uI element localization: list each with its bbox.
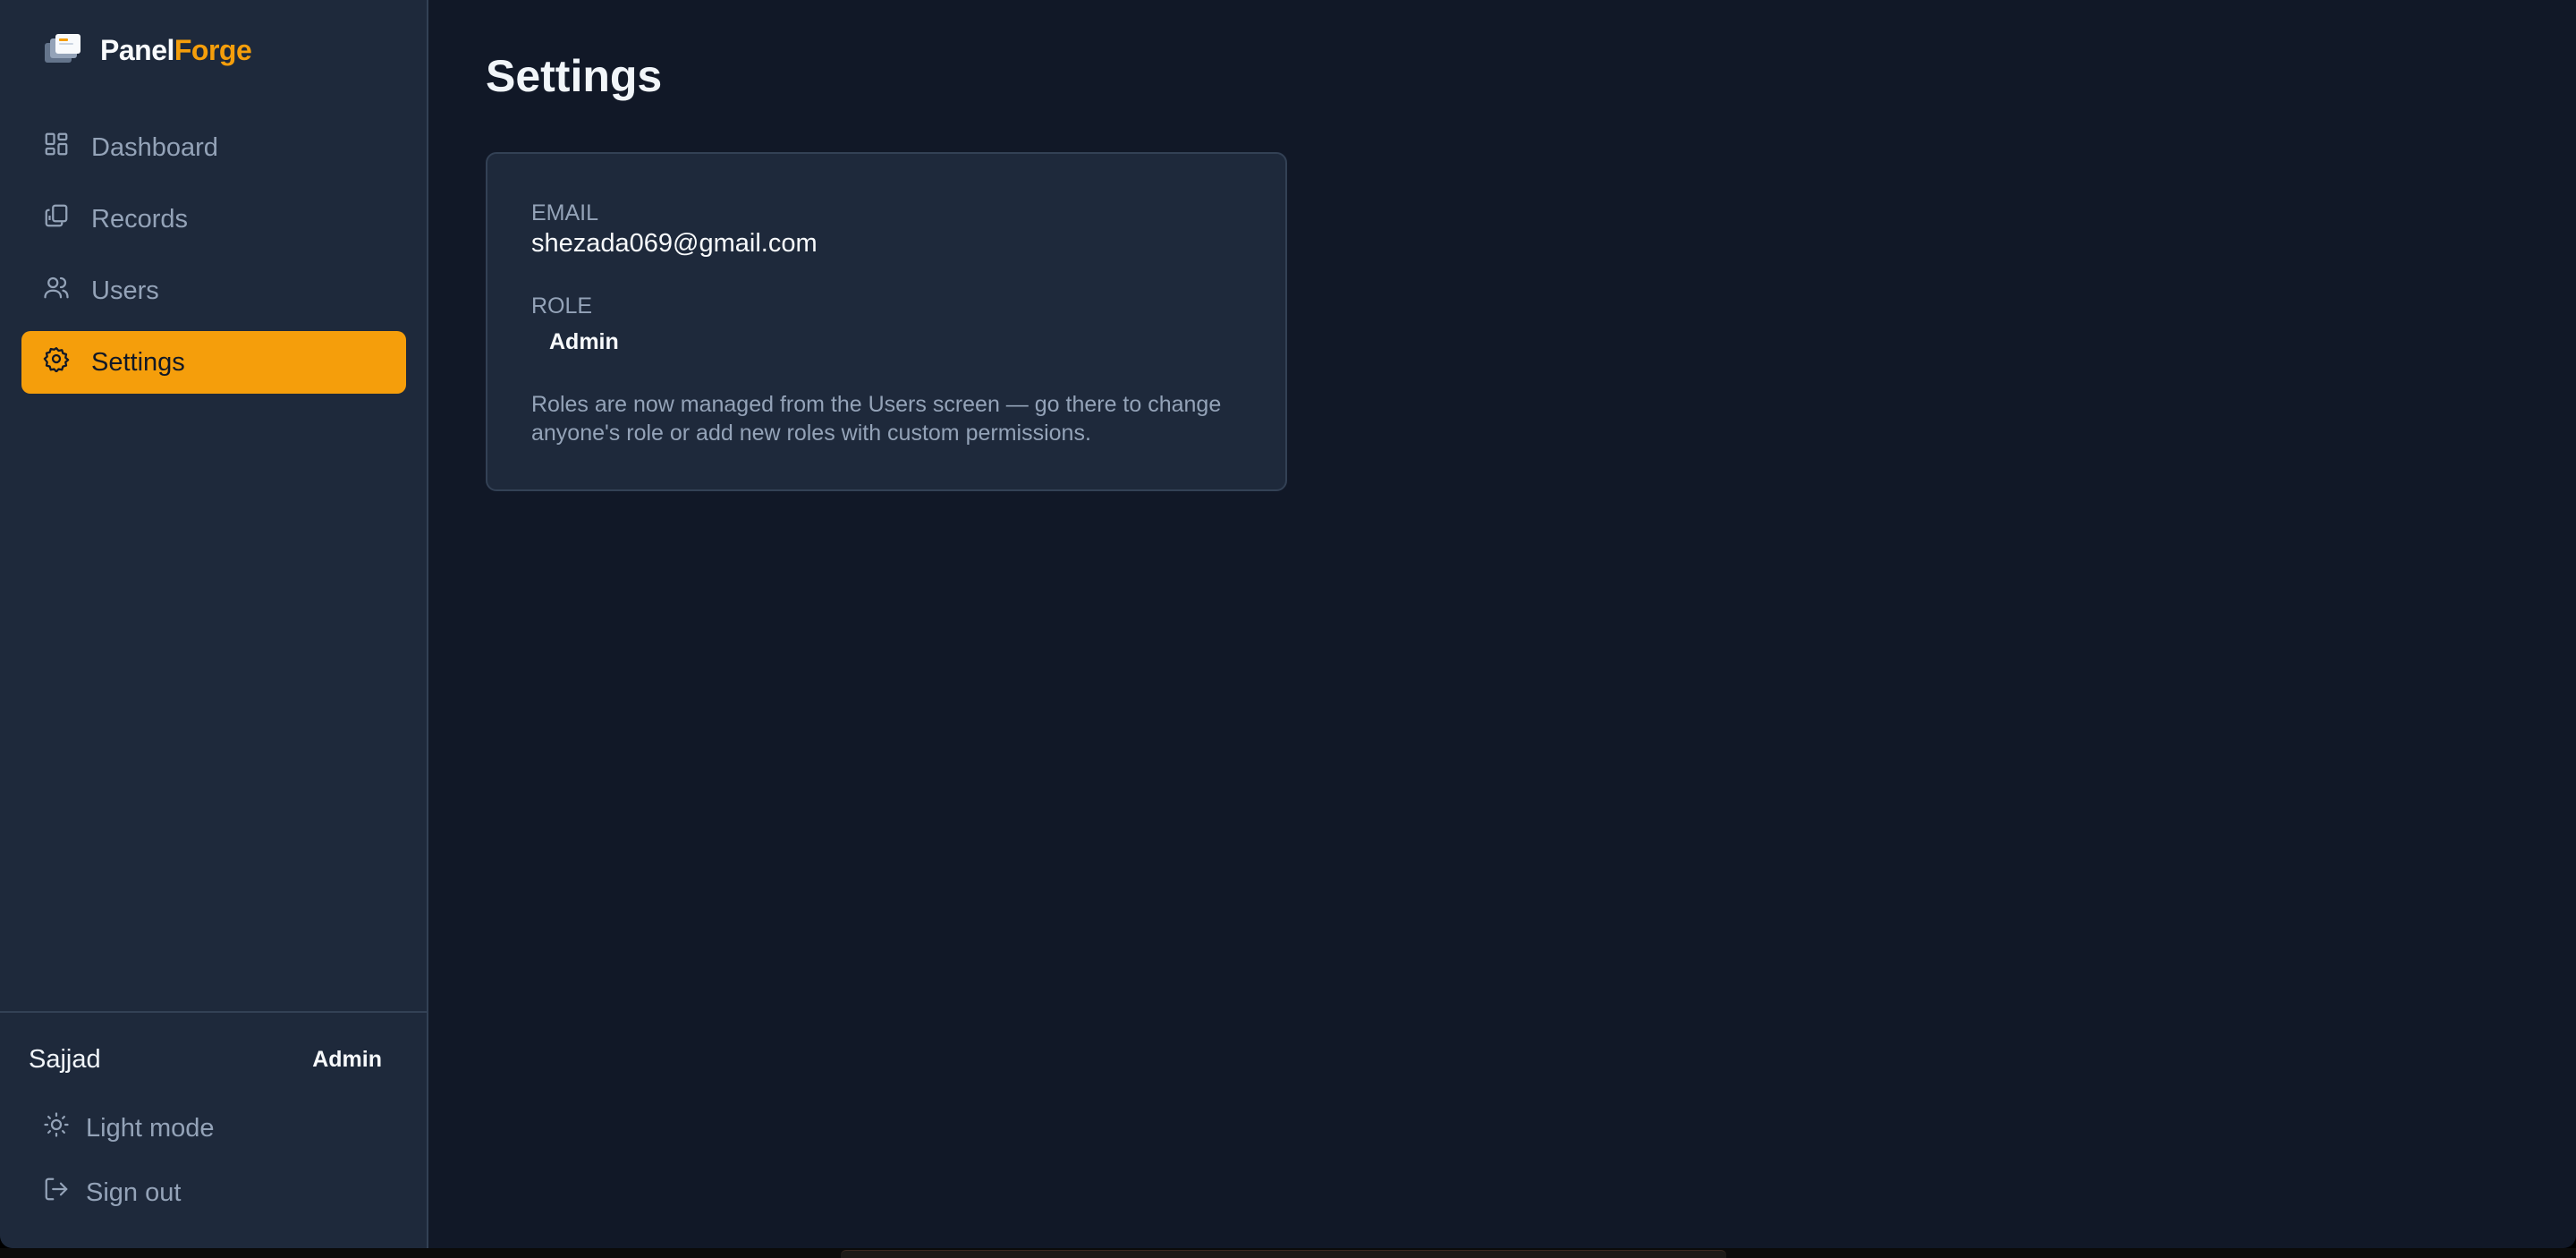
- sidebar: PanelForge Dashboard Records Users Setti…: [0, 0, 428, 1248]
- user-name: Sajjad: [29, 1045, 101, 1074]
- brand-name-part1: Panel: [100, 33, 174, 66]
- sign-out-icon: [43, 1176, 70, 1210]
- sidebar-item-dashboard[interactable]: Dashboard: [21, 116, 406, 179]
- sidebar-item-label: Settings: [91, 347, 185, 377]
- records-icon: [43, 202, 70, 236]
- sidebar-item-label: Users: [91, 276, 159, 305]
- brand[interactable]: PanelForge: [43, 32, 252, 68]
- roles-note: Roles are now managed from the Users scr…: [531, 392, 1222, 446]
- sidebar-item-settings[interactable]: Settings: [21, 331, 406, 394]
- light-mode-label: Light mode: [86, 1113, 215, 1143]
- sun-icon: [43, 1111, 70, 1145]
- user-role-badge: Admin: [312, 1047, 382, 1072]
- brand-name-part2: Forge: [174, 33, 252, 66]
- email-value: shezada069@gmail.com: [531, 229, 818, 258]
- bottom-bar: [841, 1250, 1726, 1258]
- app-window: PanelForge Dashboard Records Users Setti…: [0, 0, 2576, 1248]
- role-badge: Admin: [549, 329, 619, 354]
- email-label: EMAIL: [531, 200, 599, 225]
- brand-name: PanelForge: [100, 33, 252, 67]
- light-mode-toggle[interactable]: Light mode: [43, 1111, 215, 1145]
- panelforge-logo-icon: [43, 32, 82, 68]
- sidebar-nav: Dashboard Records Users Settings: [21, 116, 406, 403]
- gear-icon: [43, 345, 70, 379]
- role-label: ROLE: [531, 293, 593, 319]
- current-user: Sajjad Admin: [29, 1045, 382, 1075]
- sign-out-button[interactable]: Sign out: [43, 1176, 181, 1210]
- users-icon: [43, 274, 70, 308]
- sidebar-item-label: Dashboard: [91, 132, 218, 162]
- sidebar-item-records[interactable]: Records: [21, 188, 406, 251]
- sidebar-footer: Sajjad Admin Light mode Sign out: [0, 1011, 427, 1248]
- dashboard-icon: [43, 131, 70, 165]
- account-card: EMAIL shezada069@gmail.com ROLE Admin Ro…: [486, 152, 1287, 491]
- sign-out-label: Sign out: [86, 1177, 182, 1207]
- bottom-edge: [0, 1248, 2576, 1258]
- page-title: Settings: [486, 51, 663, 101]
- main-content: Settings EMAIL shezada069@gmail.com ROLE…: [428, 0, 2576, 1248]
- sidebar-item-label: Records: [91, 204, 188, 234]
- sidebar-item-users[interactable]: Users: [21, 259, 406, 322]
